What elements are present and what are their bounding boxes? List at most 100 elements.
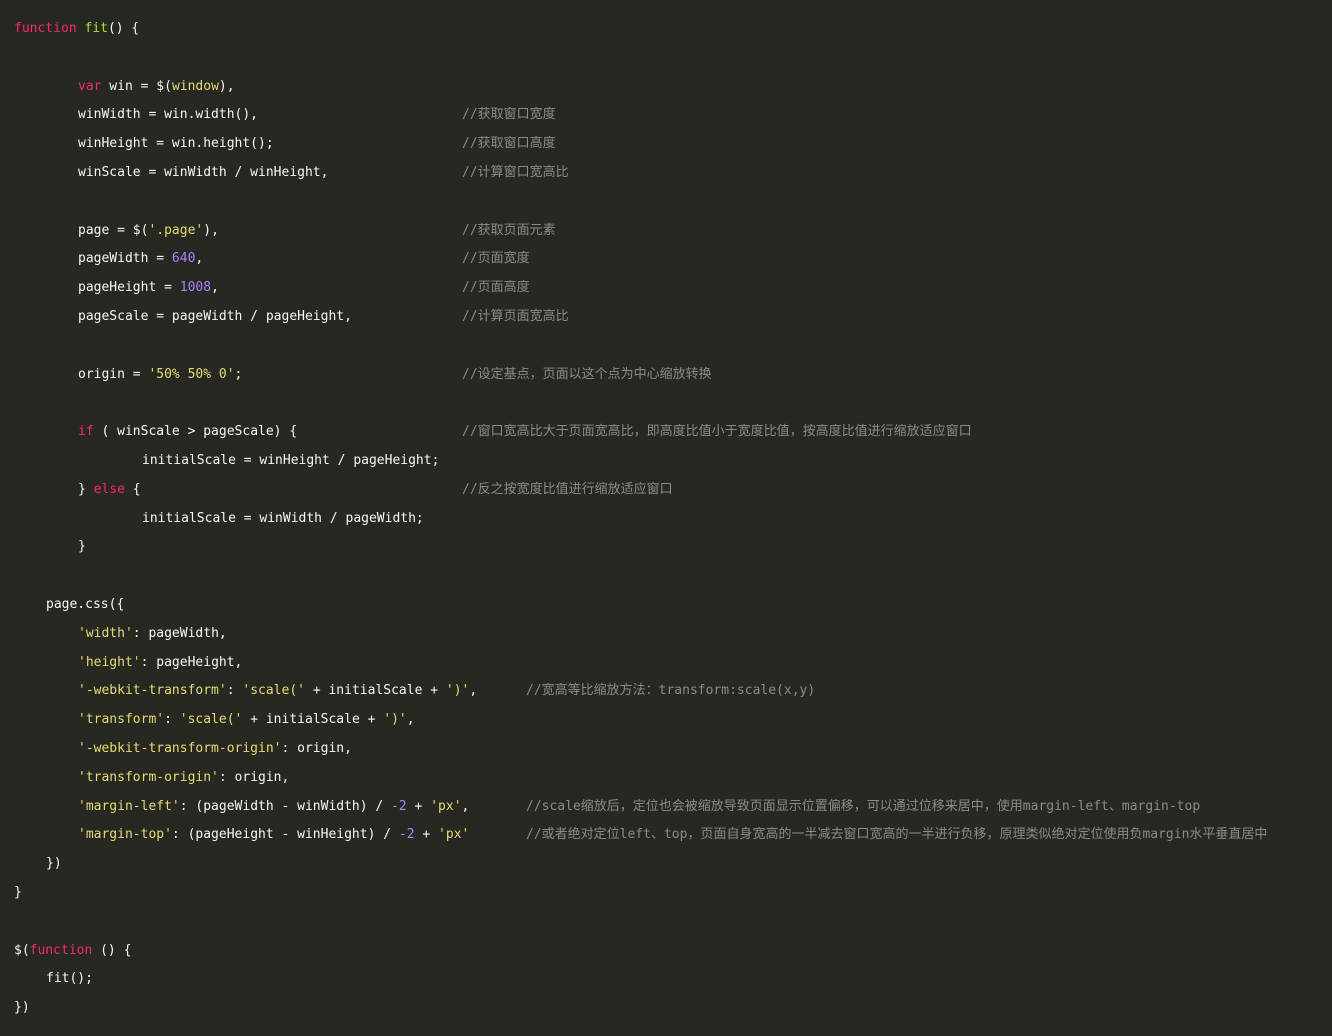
code-comment: //获取页面元素 <box>462 222 556 238</box>
code-comment: //获取窗口宽度 <box>462 107 556 123</box>
code-text: origin = '50% 50% 0'; <box>78 360 242 389</box>
code-token: + initialScale + <box>242 712 384 728</box>
code-token: : <box>164 712 180 728</box>
code-token: initialScale = winHeight / pageHeight; <box>142 453 440 468</box>
function-name-token: fit <box>84 21 108 36</box>
code-token: + <box>414 827 439 843</box>
code-text: 'transform': 'scale(' + initialScale + '… <box>78 705 415 734</box>
code-text: var win = $(window), <box>78 72 235 101</box>
code-token: , <box>461 798 470 814</box>
number-token: 640 <box>171 251 196 267</box>
code-text: pageScale = pageWidth / pageHeight, <box>78 302 352 331</box>
code-token: , <box>406 712 415 728</box>
string-token: 'scale(' <box>179 712 243 728</box>
code-text: 'margin-left': (pageWidth - winWidth) / … <box>78 792 469 821</box>
code-text: }) <box>14 993 30 1022</box>
code-comment: //页面宽度 <box>462 251 530 267</box>
string-token: '-webkit-transform-origin' <box>78 741 282 756</box>
code-token: : pageHeight, <box>140 654 243 670</box>
code-token: : (pageHeight - winHeight) / <box>171 827 399 843</box>
code-token: , <box>469 683 478 699</box>
code-text: page.css({ <box>46 590 124 619</box>
code-comment: //scale缩放后，定位也会被缩放导致页面显示位置偏移，可以通过位移来居中，使… <box>526 798 1201 814</box>
code-token: + initialScale + <box>305 683 446 699</box>
code-token: : (pageWidth - winWidth) / <box>179 798 392 814</box>
string-token: 'margin-left' <box>78 798 180 814</box>
code-comment: //计算窗口宽高比 <box>462 165 569 180</box>
code-text: 'transform-origin': origin, <box>78 763 289 792</box>
code-token: } <box>78 481 94 497</box>
code-text: 'width': pageWidth, <box>78 619 227 648</box>
code-token: : origin, <box>281 741 352 756</box>
code-text: page = $('.page'), <box>78 216 219 245</box>
code-token: () { <box>92 942 132 958</box>
code-text: } <box>78 532 86 561</box>
code-text: fit(); <box>46 964 93 993</box>
code-text: if ( winScale > pageScale) { <box>78 417 297 446</box>
code-comment: //计算页面宽高比 <box>462 309 569 324</box>
code-text: pageWidth = 640, <box>78 244 203 273</box>
string-token: '.page' <box>148 222 204 238</box>
keyword-token: var <box>78 78 102 94</box>
code-text: } else { <box>78 475 141 504</box>
code-token: winWidth = win.width(), <box>78 107 259 123</box>
code-token: ), <box>203 222 219 238</box>
keyword-token: function <box>29 942 93 958</box>
code-token: page = $( <box>78 222 149 238</box>
code-comment: //或者绝对定位left、top，页面自身宽高的一半减去窗口宽高的一半进行负移，… <box>526 827 1268 843</box>
string-token: ')' <box>383 712 407 728</box>
code-token: }) <box>14 1000 30 1016</box>
code-text: function fit() { <box>14 14 139 43</box>
number-token: 1008 <box>179 280 212 296</box>
code-token: pageHeight = <box>78 280 180 296</box>
string-token: 'margin-top' <box>78 827 172 843</box>
code-token: : pageWidth, <box>132 625 227 641</box>
code-token: + <box>406 798 431 814</box>
code-token: winScale = winWidth / winHeight, <box>78 165 329 180</box>
code-token: win = $( <box>101 78 172 94</box>
string-token: window <box>171 78 219 94</box>
string-token: 'height' <box>78 654 141 670</box>
code-text: initialScale = winHeight / pageHeight; <box>142 446 439 475</box>
code-token: $( <box>14 942 30 958</box>
code-token: page.css({ <box>46 597 125 612</box>
string-token: 'px' <box>438 827 470 843</box>
string-token: 'width' <box>78 625 133 641</box>
code-token: fit(); <box>46 971 93 987</box>
code-token: winHeight = win.height(); <box>78 136 274 152</box>
code-token: : <box>226 683 243 699</box>
code-token: }) <box>46 856 62 872</box>
code-comment: //窗口宽高比大于页面宽高比，即高度比值小于宽度比值，按高度比值进行缩放适应窗口 <box>462 424 972 440</box>
code-token: } <box>14 885 22 900</box>
code-token: pageScale = pageWidth / pageHeight, <box>78 309 352 324</box>
code-text: '-webkit-transform': 'scale(' + initialS… <box>78 676 477 705</box>
code-text: winWidth = win.width(), <box>78 100 258 129</box>
code-text: '-webkit-transform-origin': origin, <box>78 734 352 763</box>
string-token: 'transform-origin' <box>78 769 219 785</box>
code-comment: //页面高度 <box>462 280 530 296</box>
code-token: , <box>195 251 204 267</box>
string-token: '50% 50% 0' <box>148 366 235 382</box>
code-text: pageHeight = 1008, <box>78 273 219 302</box>
code-comment: //宽高等比缩放方法：transform:scale(x,y) <box>526 683 816 699</box>
code-text: 'margin-top': (pageHeight - winHeight) /… <box>78 820 469 849</box>
code-token: , <box>211 280 219 296</box>
code-comment: //反之按宽度比值进行缩放适应窗口 <box>462 481 673 497</box>
code-token: initialScale = winWidth / pageWidth; <box>142 510 424 526</box>
code-token: origin = <box>78 366 149 382</box>
code-token: () { <box>107 21 140 36</box>
code-token: ; <box>234 366 243 382</box>
code-editor[interactable]: function fit() {var win = $(window), winW… <box>0 0 1332 1036</box>
number-token: -2 <box>391 798 407 814</box>
code-token: ( winScale > pageScale) { <box>93 424 298 440</box>
keyword-token: function <box>14 21 77 36</box>
code-text: } <box>14 878 22 907</box>
code-token: { <box>124 481 141 497</box>
code-comment: //设定基点，页面以这个点为中心缩放转换 <box>462 366 712 382</box>
string-token: 'transform' <box>78 712 165 728</box>
string-token: 'px' <box>430 798 462 814</box>
code-text: winHeight = win.height(); <box>78 129 274 158</box>
string-token: '-webkit-transform' <box>78 683 227 699</box>
number-token: -2 <box>398 827 415 843</box>
string-token: ')' <box>445 683 470 699</box>
